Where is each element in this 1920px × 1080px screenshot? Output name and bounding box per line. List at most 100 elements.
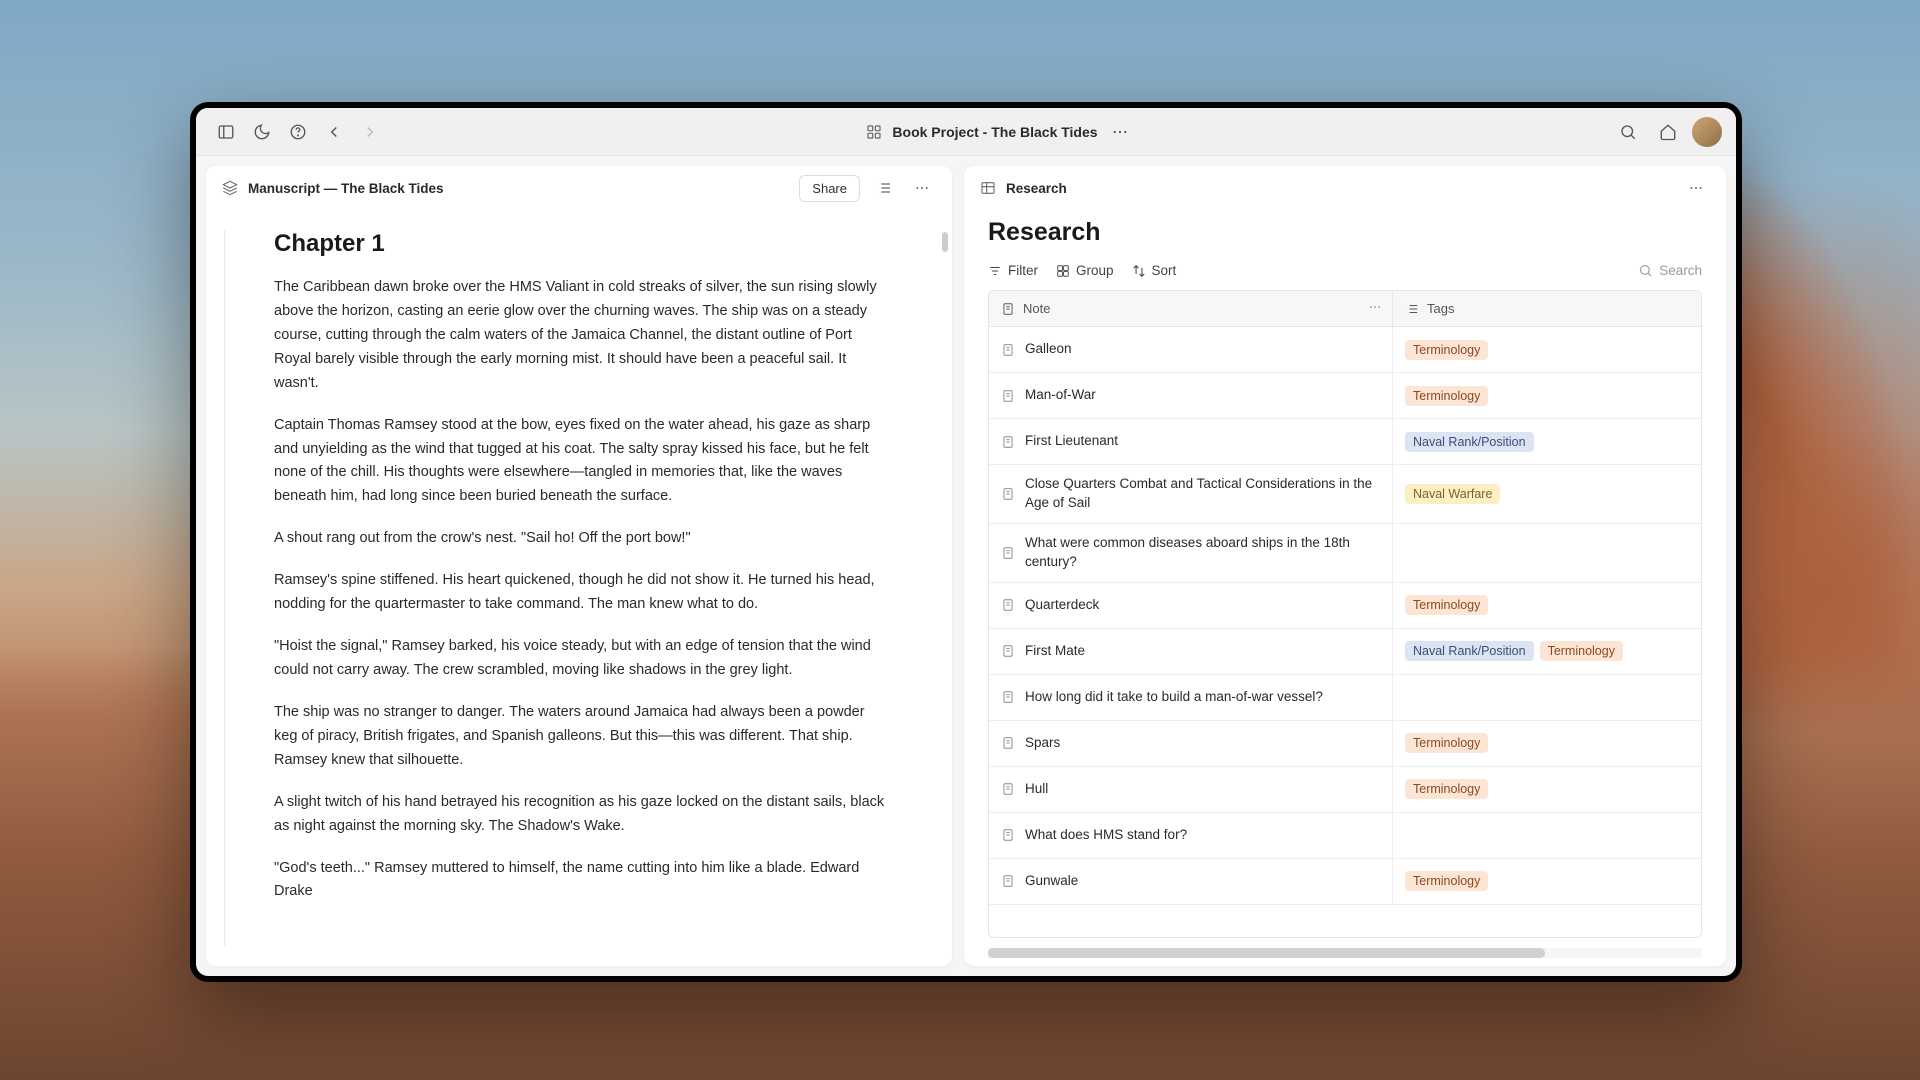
tags-cell[interactable]: Terminology <box>1393 583 1701 628</box>
note-icon <box>1001 874 1015 888</box>
note-cell[interactable]: First Lieutenant <box>989 419 1393 464</box>
note-cell[interactable]: What does HMS stand for? <box>989 813 1393 858</box>
tags-cell[interactable]: Naval Rank/Position <box>1393 419 1701 464</box>
tags-cell[interactable]: Terminology <box>1393 721 1701 766</box>
note-cell[interactable]: Hull <box>989 767 1393 812</box>
table-row[interactable]: What were common diseases aboard ships i… <box>989 524 1701 583</box>
column-tags[interactable]: Tags <box>1393 291 1701 326</box>
tags-cell[interactable]: Naval Warfare <box>1393 465 1701 523</box>
note-cell[interactable]: Gunwale <box>989 859 1393 904</box>
research-more-button[interactable] <box>1682 174 1710 202</box>
table-row[interactable]: First Mate Naval Rank/Position Terminology <box>989 629 1701 675</box>
tags-cell[interactable]: Terminology <box>1393 767 1701 812</box>
share-button[interactable]: Share <box>799 175 860 202</box>
tags-cell[interactable]: Terminology <box>1393 859 1701 904</box>
group-button[interactable]: Group <box>1056 263 1114 278</box>
manuscript-paragraph[interactable]: A slight twitch of his hand betrayed his… <box>274 791 890 839</box>
column-note-more[interactable] <box>1368 300 1382 317</box>
tag-badge[interactable]: Terminology <box>1405 871 1488 891</box>
tags-cell[interactable] <box>1393 675 1701 720</box>
tag-badge[interactable]: Terminology <box>1405 733 1488 753</box>
chapter-title: Chapter 1 <box>274 230 890 258</box>
manuscript-paragraph[interactable]: "God's teeth..." Ramsey muttered to hims… <box>274 857 890 905</box>
note-icon <box>1001 343 1015 357</box>
manuscript-paragraph[interactable]: The Caribbean dawn broke over the HMS Va… <box>274 276 890 396</box>
scroll-indicator[interactable] <box>942 232 948 252</box>
note-icon <box>1001 487 1015 501</box>
scrollbar-thumb[interactable] <box>988 948 1545 958</box>
help-button[interactable] <box>282 116 314 148</box>
tag-badge[interactable]: Terminology <box>1405 595 1488 615</box>
note-cell[interactable]: What were common diseases aboard ships i… <box>989 524 1393 582</box>
note-cell[interactable]: How long did it take to build a man-of-w… <box>989 675 1393 720</box>
tag-badge[interactable]: Naval Rank/Position <box>1405 641 1534 661</box>
tags-cell[interactable] <box>1393 524 1701 582</box>
table-header: Note Tags <box>989 291 1701 327</box>
note-title: Close Quarters Combat and Tactical Consi… <box>1025 475 1380 513</box>
note-title: Spars <box>1025 734 1060 753</box>
research-table: Note Tags Galleon Terminology Man-of-War Te… <box>988 290 1702 938</box>
manuscript-paragraph[interactable]: Ramsey's spine stiffened. His heart quic… <box>274 569 890 617</box>
sidebar-toggle-button[interactable] <box>210 116 242 148</box>
note-cell[interactable]: Spars <box>989 721 1393 766</box>
table-row[interactable]: Galleon Terminology <box>989 327 1701 373</box>
research-controls: Filter Group Sort Search <box>988 257 1702 290</box>
manuscript-paragraph[interactable]: Captain Thomas Ramsey stood at the bow, … <box>274 414 890 510</box>
tag-badge[interactable]: Terminology <box>1405 779 1488 799</box>
note-cell[interactable]: Man-of-War <box>989 373 1393 418</box>
tags-cell[interactable]: Terminology <box>1393 327 1701 372</box>
manuscript-paragraph[interactable]: The ship was no stranger to danger. The … <box>274 701 890 773</box>
table-row[interactable]: Man-of-War Terminology <box>989 373 1701 419</box>
note-title: Gunwale <box>1025 872 1078 891</box>
window-title[interactable]: Book Project - The Black Tides <box>892 124 1097 140</box>
manuscript-paragraph[interactable]: A shout rang out from the crow's nest. "… <box>274 527 890 551</box>
tag-badge[interactable]: Terminology <box>1540 641 1623 661</box>
research-search[interactable]: Search <box>1638 263 1702 278</box>
note-icon <box>1001 828 1015 842</box>
manuscript-paragraph[interactable]: "Hoist the signal," Ramsey barked, his v… <box>274 635 890 683</box>
manuscript-body[interactable]: Chapter 1 The Caribbean dawn broke over … <box>206 210 952 966</box>
toolbar: Book Project - The Black Tides <box>196 108 1736 156</box>
horizontal-scrollbar[interactable] <box>988 948 1702 958</box>
table-row[interactable]: Close Quarters Combat and Tactical Consi… <box>989 465 1701 524</box>
search-button[interactable] <box>1612 116 1644 148</box>
manuscript-more-button[interactable] <box>908 174 936 202</box>
note-title: Quarterdeck <box>1025 596 1099 615</box>
back-button[interactable] <box>318 116 350 148</box>
sort-button[interactable]: Sort <box>1132 263 1177 278</box>
home-button[interactable] <box>1652 116 1684 148</box>
tag-badge[interactable]: Naval Rank/Position <box>1405 432 1534 452</box>
note-cell[interactable]: First Mate <box>989 629 1393 674</box>
tags-cell[interactable]: Terminology <box>1393 373 1701 418</box>
tag-badge[interactable]: Terminology <box>1405 340 1488 360</box>
note-icon <box>1001 782 1015 796</box>
filter-button[interactable]: Filter <box>988 263 1038 278</box>
tag-badge[interactable]: Naval Warfare <box>1405 484 1500 504</box>
stack-icon <box>222 180 238 196</box>
table-row[interactable]: First Lieutenant Naval Rank/Position <box>989 419 1701 465</box>
table-icon <box>980 180 996 196</box>
tag-badge[interactable]: Terminology <box>1405 386 1488 406</box>
note-title: Galleon <box>1025 340 1072 359</box>
table-row[interactable]: Hull Terminology <box>989 767 1701 813</box>
forward-button[interactable] <box>354 116 386 148</box>
tags-cell[interactable]: Naval Rank/Position Terminology <box>1393 629 1701 674</box>
note-cell[interactable]: Quarterdeck <box>989 583 1393 628</box>
dark-mode-button[interactable] <box>246 116 278 148</box>
table-row[interactable]: What does HMS stand for? <box>989 813 1701 859</box>
column-note[interactable]: Note <box>989 291 1393 326</box>
user-avatar[interactable] <box>1692 117 1722 147</box>
list-view-button[interactable] <box>870 174 898 202</box>
table-row[interactable]: How long did it take to build a man-of-w… <box>989 675 1701 721</box>
tags-cell[interactable] <box>1393 813 1701 858</box>
table-row[interactable]: Spars Terminology <box>989 721 1701 767</box>
research-panel: Research Research Filter Grou <box>964 166 1726 966</box>
table-row[interactable]: Quarterdeck Terminology <box>989 583 1701 629</box>
note-title: What were common diseases aboard ships i… <box>1025 534 1380 572</box>
note-title: What does HMS stand for? <box>1025 826 1187 845</box>
note-icon <box>1001 389 1015 403</box>
title-more-button[interactable] <box>1108 120 1132 144</box>
note-cell[interactable]: Close Quarters Combat and Tactical Consi… <box>989 465 1393 523</box>
table-row[interactable]: Gunwale Terminology <box>989 859 1701 905</box>
note-cell[interactable]: Galleon <box>989 327 1393 372</box>
